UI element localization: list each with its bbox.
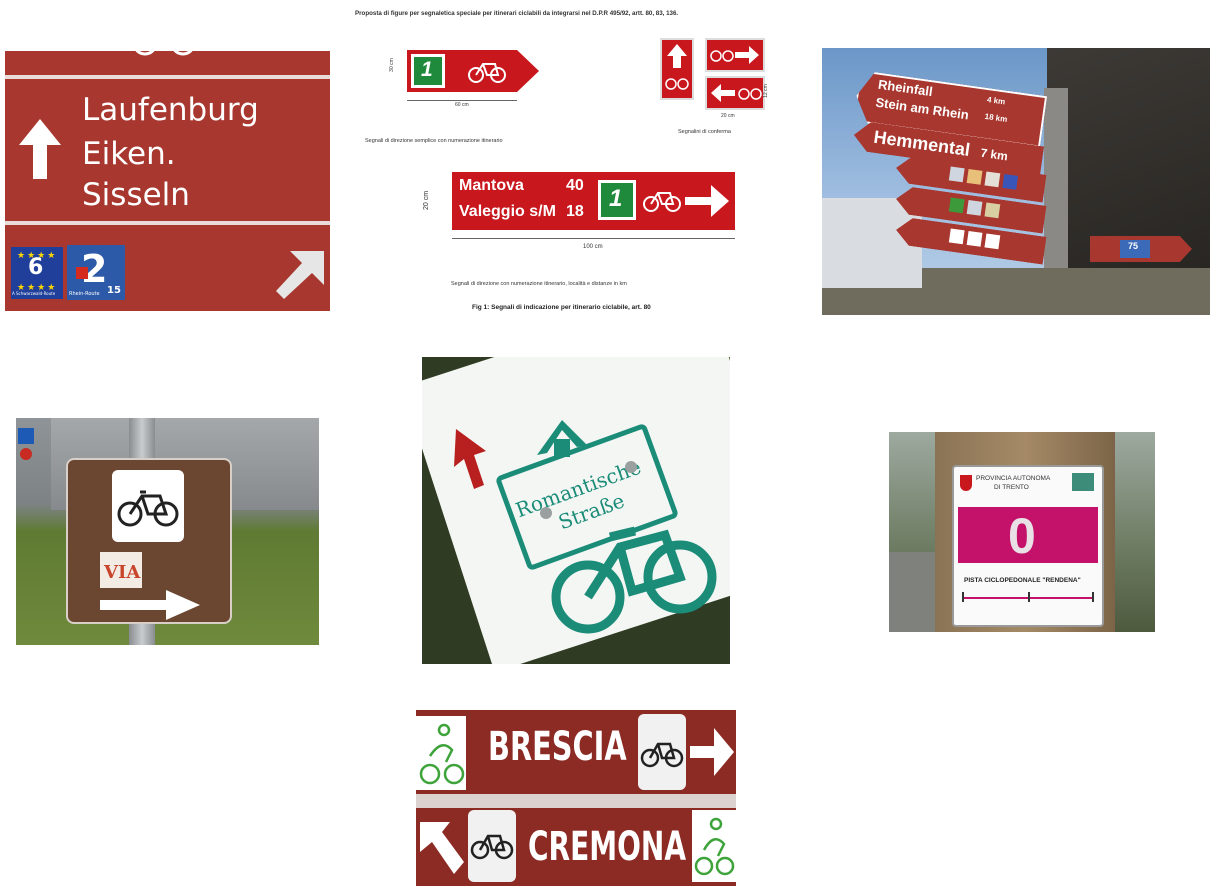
divider-band: [416, 794, 736, 808]
arrow-up-right-icon: [276, 251, 324, 299]
dim-width-small: 60 cm: [455, 102, 469, 108]
photo-brown-cycle-sign: VIA: [16, 418, 319, 645]
dim-confirm-width: 20 cm: [721, 113, 735, 119]
screw: [625, 461, 637, 473]
house-roof-icon: [532, 415, 592, 465]
route-name: PISTA CICLOPEDONALE "RENDENA": [964, 577, 1081, 584]
brown-sign: VIA: [66, 458, 232, 624]
green-cyclist-icon: [692, 810, 736, 882]
photo-brescia-cremona-sign: BRESCIA CREMONA: [416, 710, 736, 886]
green-cyclist-icon: [416, 716, 466, 790]
authority-line2: DI TRENTO: [994, 484, 1029, 491]
place-cremona: CREMONA: [528, 824, 687, 870]
dim-confirm-height: 12 cm: [762, 84, 769, 98]
logo-icon: [1072, 473, 1094, 491]
route-number-panel: 0: [958, 507, 1098, 564]
caption-big-sign: Segnali di direzione con numerazione iti…: [451, 281, 627, 287]
via-text: VIA: [104, 562, 141, 583]
sign-km-stein: 18 km: [984, 111, 1008, 124]
eu-stars-icon: ★★★★: [17, 250, 58, 260]
place-eiken: Eiken.: [82, 136, 176, 172]
bicycle-pictogram: [112, 470, 184, 542]
eurovelo-route-plate: 6 ★★★★ ★★★★ A Schwarzwald-Route: [11, 247, 63, 299]
dim-height-small: 30 cm: [388, 58, 395, 72]
arrow-right-icon: [100, 590, 200, 620]
small-direction-sign: 1: [407, 50, 539, 92]
big-sign-km-2: 18: [566, 203, 584, 220]
swiss-cross-icon: [76, 267, 88, 279]
big-sign-km-1: 40: [566, 177, 584, 194]
bicycle-pictogram: [638, 714, 686, 790]
place-laufenburg: Laufenburg: [82, 92, 259, 128]
caption-confirmation-signs: Segnalini di conferma: [678, 129, 731, 135]
swiss-route-plate: 2 15 Rhein-Route: [67, 245, 125, 300]
big-sign-route-number: 1: [609, 185, 623, 212]
caption-small-signs: Segnali di direzione semplice con numera…: [365, 138, 503, 144]
arrow-up-icon: [448, 429, 490, 491]
big-sign-route-badge: 1: [598, 180, 636, 220]
route-number: 0: [1008, 508, 1036, 564]
small-sign-number: 75: [1128, 241, 1139, 251]
cycle-path-plate: PROVINCIA AUTONOMA DI TRENTO 0 PISTA CIC…: [952, 465, 1104, 627]
eu-route-caption: A Schwarzwald-Route: [12, 291, 56, 296]
arrow-up-icon: [19, 119, 61, 179]
authority-line1: PROVINCIA AUTONOMA: [976, 475, 1051, 482]
bicycle-icon: [550, 507, 720, 637]
bicycle-icon: [125, 51, 215, 61]
confirmation-sign-left: [705, 76, 765, 110]
ch-route-subnumber: 15: [107, 285, 121, 296]
confirmation-sign-up: [660, 38, 694, 100]
sign-km-hemmental: 7 km: [979, 145, 1009, 164]
big-sign-place-1: Mantova: [459, 177, 524, 194]
arrow-right-icon: [690, 728, 734, 776]
bicycle-icon: [467, 59, 507, 83]
bicycle-pictogram: [468, 810, 516, 882]
red-road-sign: [20, 448, 32, 460]
spec-header: Proposta di figure per segnaletica speci…: [355, 10, 679, 17]
divider-line: [5, 221, 330, 225]
dim-big-width: 100 cm: [583, 244, 603, 250]
photo-swiss-direction-sign: Laufenburg Eiken. Sisseln 6 ★★★★ ★★★★ A …: [5, 51, 330, 311]
arrow-right-icon: [685, 183, 729, 219]
big-direction-sign: Mantova 40 Valeggio s/M 18 1: [452, 172, 735, 230]
photo-trento-cycle-path-sign: PROVINCIA AUTONOMA DI TRENTO 0 PISTA CIC…: [889, 432, 1155, 632]
via-logo: VIA: [100, 552, 142, 588]
small-sign-route-number: 1: [421, 58, 433, 81]
dim-line: [407, 100, 517, 101]
place-sisseln: Sisseln: [82, 177, 190, 213]
figure-caption: Fig 1: Segnali di indicazione per itiner…: [472, 304, 651, 311]
divider-line: [5, 75, 330, 79]
ch-route-caption: Rhein-Route: [69, 291, 100, 297]
dim-line: [452, 238, 735, 239]
photo-signpost-under-bridge: Rheinfall Stein am Rhein 4 km 18 km Hemm…: [822, 48, 1210, 315]
blue-road-sign: [18, 428, 34, 444]
confirmation-sign-right: [705, 38, 765, 72]
photo-italian-signage-specification: Proposta di figure per segnaletica speci…: [355, 0, 800, 320]
place-brescia: BRESCIA: [488, 724, 627, 770]
photo-romantische-strasse-sign: Romantische Straße: [422, 357, 730, 664]
coat-of-arms-icon: [960, 475, 972, 491]
bicycle-icon: [642, 189, 682, 213]
screw: [540, 507, 552, 519]
small-pillar-sign: 75: [1090, 236, 1192, 262]
arrow-up-left-icon: [420, 822, 464, 874]
big-sign-place-2: Valeggio s/M: [459, 203, 556, 220]
sign-km-rheinfall: 4 km: [986, 95, 1006, 107]
sign-text-stein-am-rhein: Stein am Rhein: [874, 94, 970, 123]
dim-big-height: 20 cm: [423, 190, 431, 211]
